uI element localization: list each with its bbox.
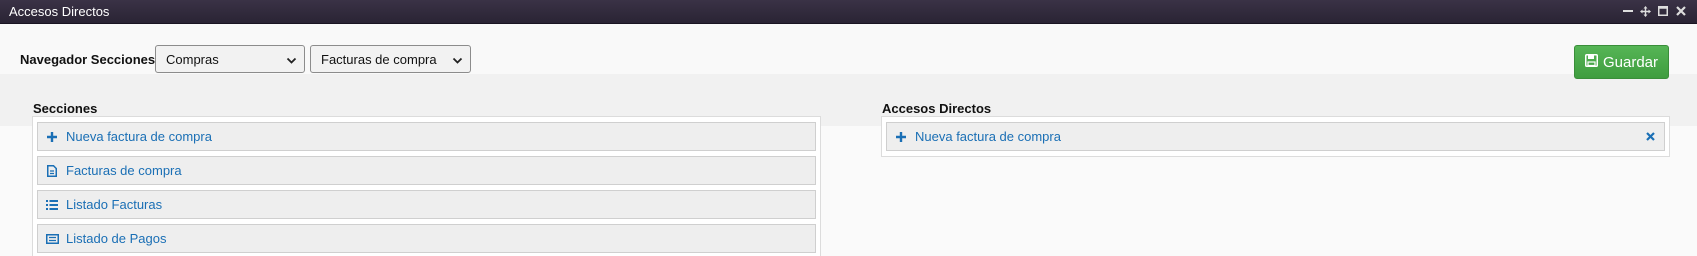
shortcuts-title: Accesos Directos xyxy=(882,101,992,116)
save-button[interactable]: Guardar xyxy=(1574,45,1669,79)
section-item-listado-facturas[interactable]: Listado Facturas xyxy=(37,190,816,219)
chevron-down-icon xyxy=(452,54,463,69)
window-titlebar[interactable]: Accesos Directos xyxy=(0,0,1697,24)
save-icon xyxy=(1584,53,1598,71)
section-item-label: Facturas de compra xyxy=(66,163,182,178)
remove-icon[interactable] xyxy=(1646,129,1655,144)
list-icon xyxy=(44,198,60,212)
section-select[interactable]: Compras xyxy=(155,45,305,73)
shortcuts-panel: Nueva factura de compra xyxy=(881,116,1670,157)
chevron-down-icon xyxy=(286,54,297,69)
minimize-icon[interactable] xyxy=(1621,4,1635,18)
move-icon[interactable] xyxy=(1638,4,1652,18)
plus-icon xyxy=(44,130,60,144)
section-item-listado-pagos[interactable]: Listado de Pagos xyxy=(37,224,816,253)
sections-title: Secciones xyxy=(33,101,98,116)
section-item-nueva-factura[interactable]: Nueva factura de compra xyxy=(37,122,816,151)
navigator-label: Navegador Secciones: xyxy=(20,52,160,67)
plus-icon xyxy=(893,130,909,144)
section-item-facturas-compra[interactable]: Facturas de compra xyxy=(37,156,816,185)
section-item-label: Listado de Pagos xyxy=(66,231,167,246)
save-button-label: Guardar xyxy=(1602,53,1659,71)
section-item-label: Listado Facturas xyxy=(66,197,163,212)
card-list-icon xyxy=(44,232,60,246)
sections-panel: Nueva factura de compra Facturas de comp… xyxy=(32,116,821,256)
document-icon xyxy=(44,164,60,178)
section-select-value: Compras xyxy=(166,51,219,67)
maximize-icon[interactable] xyxy=(1656,4,1670,18)
page-select[interactable]: Facturas de compra xyxy=(310,45,471,73)
window-title: Accesos Directos xyxy=(9,4,110,19)
shortcut-item-label: Nueva factura de compra xyxy=(915,129,1061,144)
shortcut-item-nueva-factura[interactable]: Nueva factura de compra xyxy=(886,122,1665,151)
close-icon[interactable] xyxy=(1674,4,1688,18)
page-select-value: Facturas de compra xyxy=(321,51,437,67)
section-item-label: Nueva factura de compra xyxy=(66,129,212,144)
accesos-directos-window: Accesos Directos Navegador Secciones: Co… xyxy=(0,0,1697,256)
